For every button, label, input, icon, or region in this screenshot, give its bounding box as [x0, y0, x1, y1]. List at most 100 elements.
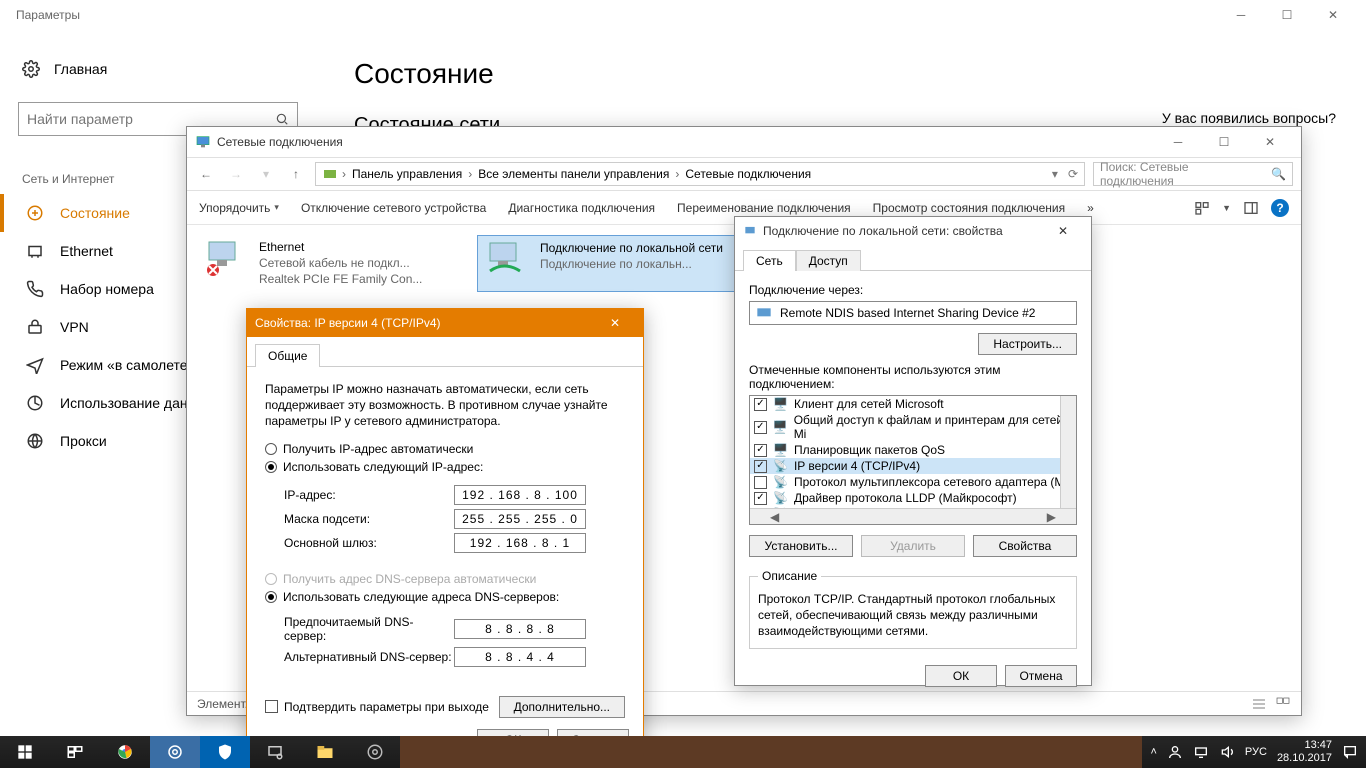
- tray-clock[interactable]: 13:47 28.10.2017: [1277, 739, 1332, 764]
- close-button[interactable]: ✕: [1247, 127, 1293, 157]
- tray-notifications-icon[interactable]: [1342, 744, 1358, 760]
- scroll-left-icon[interactable]: ◀: [766, 510, 783, 524]
- preferred-dns-input[interactable]: 8 . 8 . 8 . 8: [454, 619, 586, 639]
- tab-network[interactable]: Сеть: [743, 250, 796, 271]
- start-button[interactable]: [0, 736, 50, 768]
- ip-address-input[interactable]: 192 . 168 . 8 . 100: [454, 485, 586, 505]
- dropdown-icon[interactable]: ▾: [1052, 167, 1058, 181]
- conn-titlebar[interactable]: Подключение по локальной сети: свойства …: [735, 217, 1091, 245]
- scrollbar-horizontal[interactable]: ◀ ▶: [750, 508, 1076, 524]
- tab-general[interactable]: Общие: [255, 344, 320, 367]
- protocol-icon: 📡: [773, 459, 788, 473]
- view-details-icon[interactable]: [1251, 696, 1267, 712]
- overflow-button[interactable]: »: [1087, 201, 1094, 215]
- breadcrumb[interactable]: Панель управления Все элементы панели уп…: [315, 162, 1085, 186]
- help-icon[interactable]: ?: [1271, 199, 1289, 217]
- components-list[interactable]: 🖥️Клиент для сетей Microsoft 🖥️Общий дос…: [749, 395, 1077, 525]
- vpn-icon: [26, 318, 44, 336]
- view-icons-icon[interactable]: [1275, 696, 1291, 712]
- gear-task-button[interactable]: [350, 736, 400, 768]
- home-nav[interactable]: Главная: [0, 50, 320, 88]
- radio-auto-ip[interactable]: Получить IP-адрес автоматически: [265, 442, 625, 456]
- gateway-input[interactable]: 192 . 168 . 8 . 1: [454, 533, 586, 553]
- alternate-dns-input[interactable]: 8 . 8 . 4 . 4: [454, 647, 586, 667]
- component-item[interactable]: 🖥️Общий доступ к файлам и принтерам для …: [750, 412, 1076, 442]
- crumb[interactable]: Все элементы панели управления: [476, 167, 671, 181]
- security-task-button[interactable]: [200, 736, 250, 768]
- install-button[interactable]: Установить...: [749, 535, 853, 557]
- forward-button[interactable]: →: [225, 163, 247, 185]
- checkbox-icon[interactable]: [754, 398, 767, 411]
- tab-access[interactable]: Доступ: [796, 250, 861, 271]
- recent-button[interactable]: ▾: [255, 163, 277, 185]
- tray-people-icon[interactable]: [1167, 744, 1183, 760]
- connection-local[interactable]: Подключение по локальной сети Подключени…: [477, 235, 737, 292]
- tray-language[interactable]: РУС: [1245, 746, 1267, 758]
- connection-ethernet[interactable]: Ethernet Сетевой кабель не подкл... Real…: [197, 235, 457, 292]
- radio-static-dns[interactable]: Использовать следующие адреса DNS-сервер…: [265, 590, 625, 604]
- minimize-button[interactable]: ─: [1155, 127, 1201, 157]
- tray-volume-icon[interactable]: [1219, 744, 1235, 760]
- component-item[interactable]: 🖥️Планировщик пакетов QoS: [750, 442, 1076, 458]
- component-item[interactable]: 📡Драйвер протокола LLDP (Майкрософт): [750, 490, 1076, 506]
- disable-device-button[interactable]: Отключение сетевого устройства: [301, 201, 486, 215]
- taskview-button[interactable]: [50, 736, 100, 768]
- checkbox-icon[interactable]: [754, 492, 767, 505]
- close-button[interactable]: ✕: [1043, 224, 1083, 238]
- scroll-right-icon[interactable]: ▶: [1043, 510, 1060, 524]
- network-settings-task-button[interactable]: [250, 736, 300, 768]
- settings-task-button[interactable]: [150, 736, 200, 768]
- help-link[interactable]: У вас появились вопросы?: [1162, 110, 1336, 126]
- scrollbar-vertical[interactable]: [1060, 396, 1076, 508]
- close-button[interactable]: ✕: [595, 316, 635, 330]
- ok-button[interactable]: ОК: [925, 665, 997, 687]
- checkbox-icon[interactable]: [754, 476, 767, 489]
- search-field[interactable]: [27, 111, 275, 127]
- radio-icon: [265, 591, 277, 603]
- service-icon: 🖥️: [773, 420, 788, 434]
- explorer-search[interactable]: Поиск: Сетевые подключения 🔍: [1093, 162, 1293, 186]
- configure-button[interactable]: Настроить...: [978, 333, 1077, 355]
- connection-properties-dialog: Подключение по локальной сети: свойства …: [734, 216, 1092, 686]
- maximize-button[interactable]: ☐: [1264, 0, 1310, 30]
- advanced-button[interactable]: Дополнительно...: [499, 696, 625, 718]
- refresh-icon[interactable]: ⟳: [1068, 167, 1078, 181]
- rename-button[interactable]: Переименование подключения: [677, 201, 851, 215]
- preview-pane-icon[interactable]: [1243, 200, 1259, 216]
- tray-up-icon[interactable]: ˄: [1150, 746, 1156, 758]
- view-status-button[interactable]: Просмотр состояния подключения: [873, 201, 1065, 215]
- proxy-icon: [26, 432, 44, 450]
- explorer-task-button[interactable]: [300, 736, 350, 768]
- crumb[interactable]: Сетевые подключения: [683, 167, 813, 181]
- view-options-icon[interactable]: [1194, 200, 1210, 216]
- validate-checkbox[interactable]: Подтвердить параметры при выходе: [265, 700, 489, 714]
- minimize-button[interactable]: ─: [1218, 0, 1264, 30]
- close-button[interactable]: ✕: [1310, 0, 1356, 30]
- explorer-navbar: ← → ▾ ↑ Панель управления Все элементы п…: [187, 157, 1301, 191]
- checkbox-icon[interactable]: [754, 460, 767, 473]
- checkbox-icon[interactable]: [754, 421, 767, 434]
- up-button[interactable]: ↑: [285, 163, 307, 185]
- checkbox-icon[interactable]: [754, 444, 767, 457]
- cancel-button[interactable]: Отмена: [1005, 665, 1077, 687]
- component-label: Клиент для сетей Microsoft: [794, 397, 944, 411]
- chevron-down-icon[interactable]: ▼: [1222, 203, 1231, 213]
- maximize-button[interactable]: ☐: [1201, 127, 1247, 157]
- crumb[interactable]: Панель управления: [350, 167, 464, 181]
- component-item[interactable]: 📡IP версии 4 (TCP/IPv4): [750, 458, 1076, 474]
- component-item[interactable]: 🖥️Клиент для сетей Microsoft: [750, 396, 1076, 412]
- subnet-mask-input[interactable]: 255 . 255 . 255 . 0: [454, 509, 586, 529]
- radio-static-ip[interactable]: Использовать следующий IP-адрес:: [265, 460, 625, 474]
- ipv4-titlebar[interactable]: Свойства: IP версии 4 (TCP/IPv4) ✕: [247, 309, 643, 337]
- ethernet-adapter-icon: [201, 239, 249, 279]
- connection-title: Подключение по локальной сети: [540, 240, 723, 256]
- back-button[interactable]: ←: [195, 163, 217, 185]
- properties-button[interactable]: Свойства: [973, 535, 1077, 557]
- component-item[interactable]: 📡Протокол мультиплексора сетевого адапте…: [750, 474, 1076, 490]
- ethernet-icon: [26, 242, 44, 260]
- organize-button[interactable]: Упорядочить: [199, 201, 279, 215]
- chrome-button[interactable]: [100, 736, 150, 768]
- service-icon: 🖥️: [773, 443, 788, 457]
- diagnose-button[interactable]: Диагностика подключения: [508, 201, 655, 215]
- tray-network-icon[interactable]: [1193, 744, 1209, 760]
